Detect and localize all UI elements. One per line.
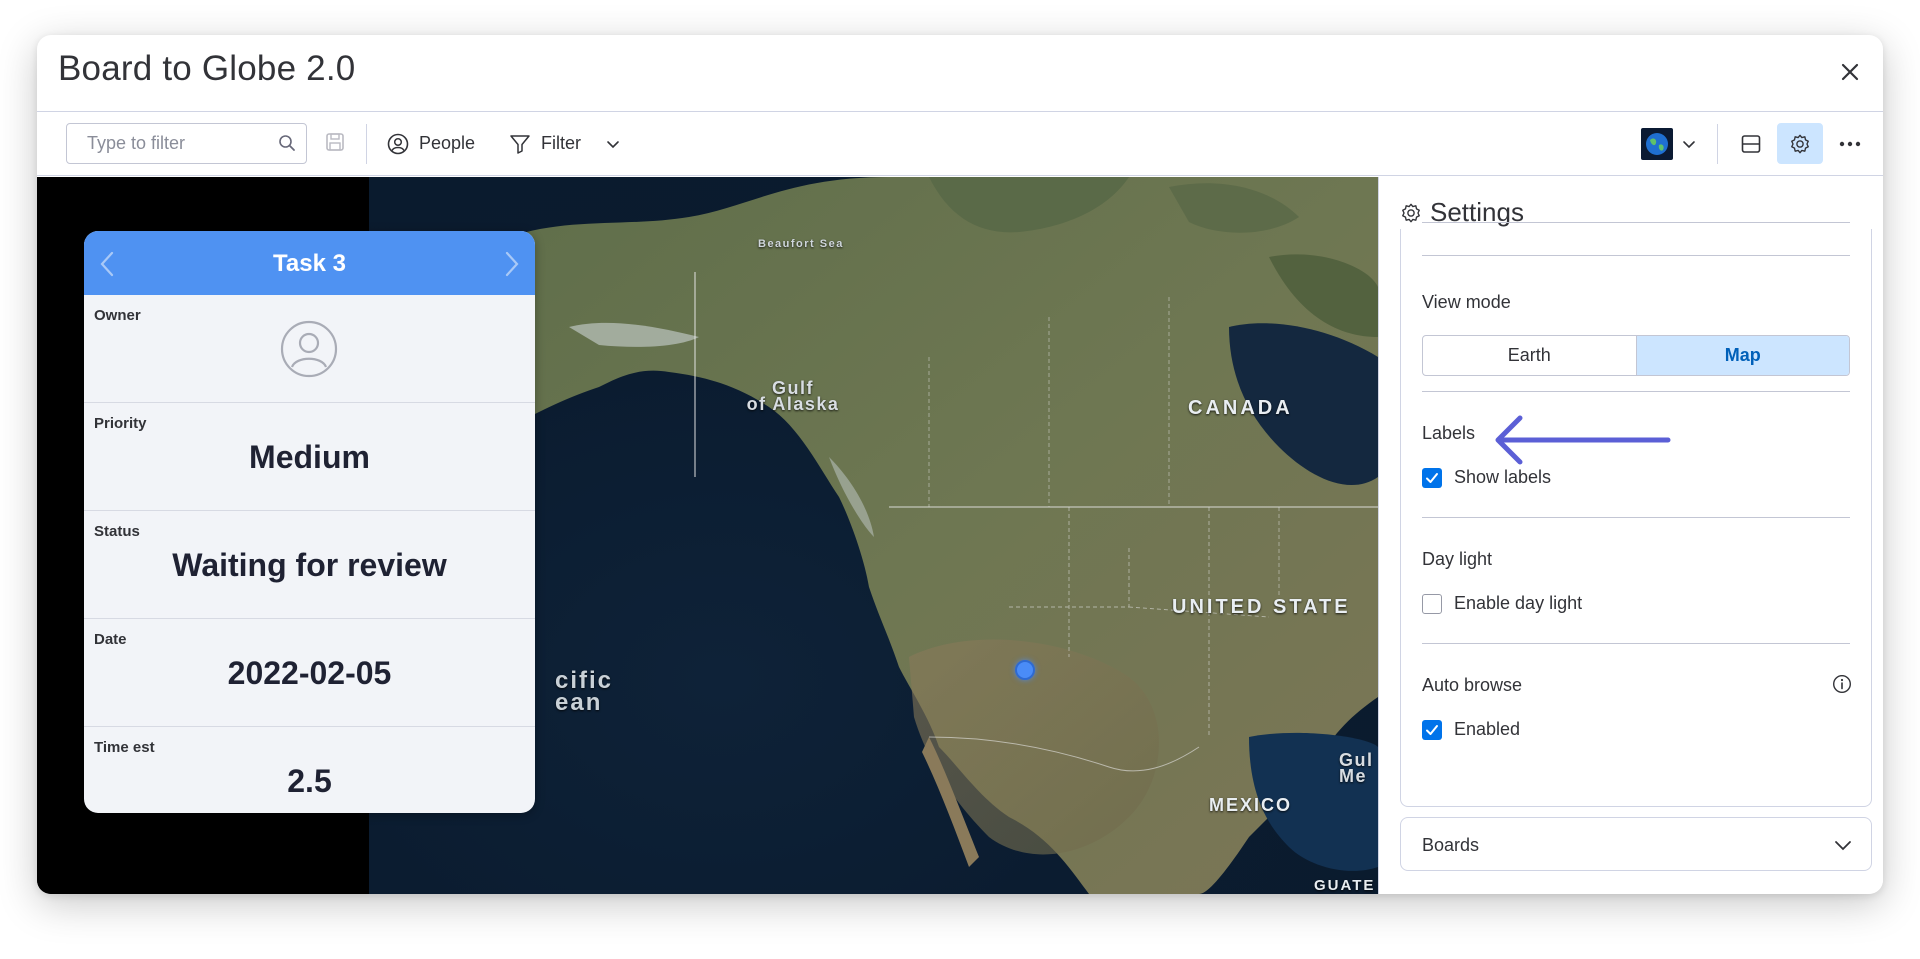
map-label-beaufort-sea: Beaufort Sea xyxy=(758,238,844,250)
view-mode-toggle: Earth Map xyxy=(1422,335,1850,376)
item-card: Task 3 Owner Priority Medium Status Wait… xyxy=(84,231,535,813)
settings-button[interactable] xyxy=(1777,123,1823,164)
map-view[interactable]: Beaufort Sea Gulf of Alaska CANADA UNITE… xyxy=(37,177,1378,894)
day-light-section-label: Day light xyxy=(1422,549,1493,569)
date-value: 2022-02-05 xyxy=(227,655,392,691)
split-layout-icon xyxy=(1741,134,1761,153)
priority-value: Medium xyxy=(249,439,370,475)
checkmark-icon xyxy=(1426,472,1438,483)
card-row-time-est: Time est 2.5 xyxy=(84,727,535,813)
toolbar-divider xyxy=(1717,124,1718,164)
map-label-canada: CANADA xyxy=(1188,397,1293,419)
card-row-label: Status xyxy=(94,523,140,540)
map-label-gulf-of-alaska-line2: of Alaska xyxy=(746,394,840,414)
map-label-gulf-of-mexico-line2: Me xyxy=(1339,766,1368,786)
title-bar: Board to Globe 2.0 xyxy=(37,35,1883,112)
chevron-down-icon xyxy=(607,140,619,148)
layout-toggle-button[interactable] xyxy=(1730,123,1772,164)
map-label-united-states: UNITED STATE xyxy=(1172,596,1351,618)
empty-avatar-icon xyxy=(280,320,338,378)
card-row-label: Date xyxy=(94,631,127,648)
settings-title: Settings xyxy=(1430,197,1524,227)
chevron-right-icon xyxy=(505,251,519,277)
card-header: Task 3 xyxy=(84,231,535,295)
map-label-mexico: MEXICO xyxy=(1209,795,1293,815)
window-title: Board to Globe 2.0 xyxy=(58,49,356,88)
map-label-gulf-of-alaska: Gulf of Alaska xyxy=(743,379,843,414)
more-options-button[interactable] xyxy=(1829,123,1871,164)
auto-browse-enabled-checkbox-row[interactable]: Enabled xyxy=(1422,719,1520,740)
map-style-dropdown[interactable] xyxy=(1634,123,1704,164)
close-icon xyxy=(1841,63,1859,81)
map-label-pacific-ocean: cific ean xyxy=(555,669,613,716)
close-button[interactable] xyxy=(1833,55,1867,89)
show-labels-checkbox-row[interactable]: Show labels xyxy=(1422,467,1551,488)
card-row-date: Date 2022-02-05 xyxy=(84,619,535,727)
enable-day-light-text: Enable day light xyxy=(1454,593,1583,613)
card-row-owner: Owner xyxy=(84,295,535,403)
checkmark-icon xyxy=(1426,724,1438,735)
card-row-status: Status Waiting for review xyxy=(84,511,535,619)
gear-icon xyxy=(1402,203,1420,222)
card-row-label: Priority xyxy=(94,415,147,432)
card-row-label: Owner xyxy=(94,307,141,324)
card-row-priority: Priority Medium xyxy=(84,403,535,511)
divider xyxy=(1422,643,1850,644)
search-input[interactable] xyxy=(67,124,267,163)
divider xyxy=(1422,391,1850,392)
show-labels-checkbox[interactable] xyxy=(1422,467,1442,488)
view-mode-map-option[interactable]: Map xyxy=(1635,336,1849,375)
chevron-down-icon xyxy=(1683,140,1695,148)
next-item-button[interactable] xyxy=(497,249,527,279)
divider xyxy=(1422,517,1850,518)
save-icon xyxy=(326,133,344,151)
settings-panel: Settings View mode Earth Map Labels Show… xyxy=(1378,177,1883,894)
boards-accordion[interactable]: Boards xyxy=(1400,817,1872,871)
people-label: People xyxy=(419,133,476,153)
globe-thumbnail-icon xyxy=(1641,127,1673,160)
settings-card: View mode Earth Map Labels Show labels D… xyxy=(1400,222,1872,807)
chevron-down-icon xyxy=(1835,841,1851,851)
divider xyxy=(1422,255,1850,256)
people-filter-button[interactable]: People xyxy=(387,123,475,164)
view-mode-label: View mode xyxy=(1422,292,1511,312)
toolbar-divider xyxy=(366,124,367,164)
auto-browse-section-label: Auto browse xyxy=(1422,675,1523,695)
auto-browse-info-button[interactable] xyxy=(1832,674,1852,699)
status-value: Waiting for review xyxy=(172,547,447,583)
map-label-gulf-of-mexico: Gul Me xyxy=(1339,751,1374,786)
map-pin[interactable] xyxy=(1015,660,1035,680)
filter-button[interactable]: Filter xyxy=(509,123,621,164)
gear-icon xyxy=(1791,134,1809,153)
enable-day-light-checkbox-row[interactable]: Enable day light xyxy=(1422,593,1582,614)
filter-label: Filter xyxy=(541,133,581,153)
card-row-label: Time est xyxy=(94,739,155,756)
time-est-value: 2.5 xyxy=(287,763,332,799)
enable-day-light-checkbox[interactable] xyxy=(1422,593,1442,614)
card-title: Task 3 xyxy=(273,250,346,277)
auto-browse-enabled-text: Enabled xyxy=(1454,719,1521,739)
toolbar: People Filter xyxy=(37,112,1883,176)
divider xyxy=(1422,222,1850,223)
settings-header: Settings xyxy=(1400,197,1524,228)
view-mode-earth-option[interactable]: Earth xyxy=(1423,336,1636,375)
map-label-pacific-line2: ean xyxy=(555,689,603,716)
filter-icon xyxy=(510,134,530,154)
save-view-button[interactable] xyxy=(325,132,345,157)
auto-browse-enabled-checkbox[interactable] xyxy=(1422,719,1442,740)
person-circle-icon xyxy=(387,133,409,154)
map-label-guatemala: GUATE xyxy=(1314,877,1376,894)
owner-avatar[interactable] xyxy=(280,320,338,383)
search-icon xyxy=(278,134,296,157)
search-box xyxy=(66,123,307,164)
annotation-arrow-icon xyxy=(1495,415,1671,465)
more-horizontal-icon xyxy=(1839,141,1861,146)
show-labels-text: Show labels xyxy=(1454,467,1552,487)
boards-label: Boards xyxy=(1422,835,1480,855)
info-icon xyxy=(1832,674,1852,694)
labels-section-label: Labels xyxy=(1422,423,1476,443)
